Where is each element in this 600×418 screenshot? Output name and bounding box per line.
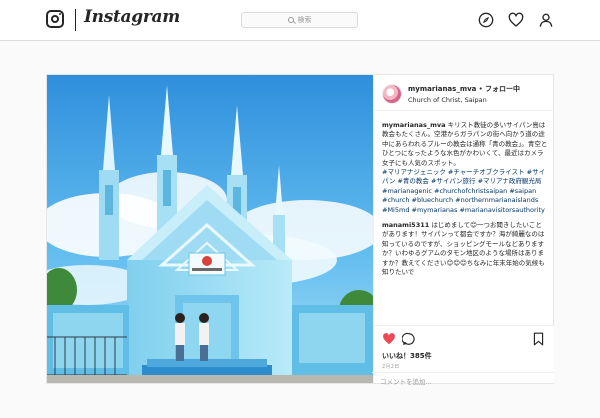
top-nav: Instagram 検索 [0, 0, 600, 41]
search-input[interactable]: 検索 [241, 12, 358, 28]
post-side-panel: mymarianas_mva • フォロー中 Church of Christ,… [373, 75, 554, 383]
post-header: mymarianas_mva • フォロー中 Church of Christ,… [374, 75, 554, 111]
nav-divider [75, 9, 76, 31]
caption-username[interactable]: mymarianas_mva [382, 121, 446, 129]
search-icon [287, 17, 294, 23]
bookmark-icon[interactable] [532, 332, 545, 346]
profile-icon[interactable] [538, 12, 554, 28]
likes-count[interactable]: いいね！385件 [382, 351, 432, 361]
comment-username[interactable]: manami5311 [382, 221, 429, 229]
following-button[interactable]: フォロー中 [485, 85, 520, 93]
instagram-wordmark[interactable]: Instagram [84, 7, 180, 27]
instagram-camera-icon[interactable] [46, 10, 64, 28]
blue-church-photo [47, 75, 373, 383]
avatar[interactable] [382, 84, 402, 104]
like-heart-icon[interactable] [382, 332, 396, 346]
comments-section[interactable]: mymarianas_mva キリスト教徒の多いサイパン島は教会もたくさん。空港… [382, 121, 548, 351]
comment-item: manami5311 はじめまして😊一つお聞きしたいことがあります！サイパンって… [382, 221, 548, 277]
post-photo[interactable] [47, 75, 373, 383]
compass-icon[interactable] [478, 12, 494, 28]
post-card: mymarianas_mva • フォロー中 Church of Christ,… [46, 74, 554, 384]
caption: mymarianas_mva キリスト教徒の多いサイパン島は教会もたくさん。空港… [382, 121, 548, 168]
username-link[interactable]: mymarianas_mva [408, 85, 476, 93]
search-placeholder: 検索 [297, 16, 312, 24]
separator-dot: • [478, 85, 483, 93]
post-date: 2月2日 [382, 364, 400, 370]
location-link[interactable]: Church of Christ, Saipan [408, 96, 487, 104]
hashtags[interactable]: #マリアナジェニック #チャーチオブクライスト #サイパン #青の教会 #サイパ… [382, 168, 548, 215]
comment-input[interactable]: コメントを追加... [380, 376, 550, 388]
heart-icon[interactable] [508, 12, 524, 28]
comment-icon[interactable] [402, 332, 416, 346]
user-line: mymarianas_mva • フォロー中 [408, 84, 520, 94]
comment-text: はじめまして😊一つお聞きしたいことがあります！サイパンって都会ですか？海が綺麗な… [382, 221, 545, 277]
